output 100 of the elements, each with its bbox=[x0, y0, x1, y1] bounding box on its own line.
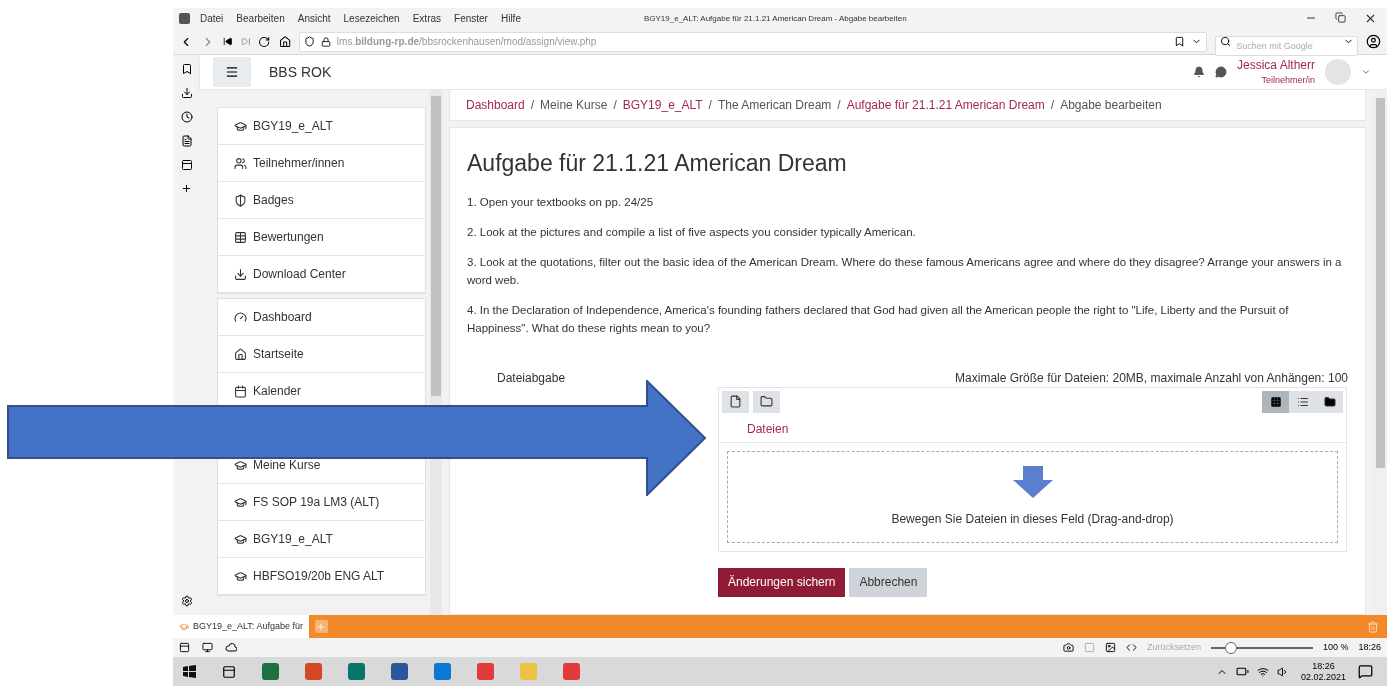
menu-item[interactable]: Bearbeiten bbox=[236, 11, 285, 26]
lock-icon bbox=[320, 36, 331, 47]
save-button[interactable]: Änderungen sichern bbox=[718, 567, 846, 597]
wifi-icon[interactable] bbox=[1256, 665, 1269, 678]
breadcrumb-separator: / bbox=[1050, 97, 1055, 114]
reload-icon[interactable] bbox=[258, 34, 271, 49]
breadcrumb-separator: / bbox=[837, 97, 841, 114]
zoom-reading: 100 % bbox=[1322, 640, 1349, 654]
profile-icon[interactable] bbox=[1366, 33, 1381, 50]
sidebar-item-icon bbox=[234, 193, 247, 207]
menu-item[interactable]: Extras bbox=[412, 11, 442, 26]
instruction-text: 4. In the Declaration of Independence, America's founding fathers declared that God had given all the American people the right to "Life, Liberty and the Pursuit of Happiness". What do these rights mean to you? bbox=[467, 302, 1290, 336]
sidebar-item-icon bbox=[234, 384, 247, 398]
breadcrumb-item: Abgabe bearbeiten bbox=[1060, 97, 1162, 114]
view-mode-icon bbox=[1323, 395, 1336, 408]
tab-icon bbox=[179, 621, 189, 632]
field-label: Dateiabgabe bbox=[497, 369, 566, 387]
breadcrumb-separator: / bbox=[530, 97, 535, 114]
add-icon[interactable] bbox=[181, 183, 192, 194]
tile-icon[interactable] bbox=[202, 642, 213, 653]
bookmark-icon[interactable] bbox=[180, 63, 193, 75]
sidebar-item-icon bbox=[234, 569, 247, 583]
notification-icon[interactable] bbox=[1358, 664, 1373, 679]
menu-item[interactable]: Datei bbox=[200, 11, 224, 26]
scrollbar-thumb[interactable] bbox=[1375, 98, 1385, 468]
file-icon bbox=[729, 395, 742, 408]
sidebar-item-icon bbox=[234, 310, 247, 324]
sidebar-item[interactable]: Badges bbox=[218, 182, 425, 219]
breadcrumb-separator: / bbox=[708, 97, 712, 114]
download-icon[interactable] bbox=[180, 87, 193, 99]
create-folder-button[interactable] bbox=[753, 390, 780, 413]
cancel-button[interactable]: Abbrechen bbox=[849, 567, 928, 597]
menu-item[interactable]: Fenster bbox=[454, 11, 488, 26]
instruction-text: 1. Open your textbooks on pp. 24/25 bbox=[467, 194, 655, 210]
add-file-button[interactable] bbox=[722, 390, 749, 413]
battery-icon[interactable] bbox=[1235, 665, 1249, 678]
speaker-icon[interactable] bbox=[1276, 665, 1289, 678]
close-icon[interactable] bbox=[1364, 12, 1377, 25]
zoom-slider[interactable] bbox=[1210, 641, 1313, 654]
panel-icon[interactable] bbox=[179, 642, 190, 653]
home-icon[interactable] bbox=[278, 34, 291, 49]
view-mode-icon bbox=[1296, 395, 1309, 408]
view-mode-button[interactable] bbox=[1316, 390, 1343, 413]
menu-item[interactable]: Ansicht bbox=[297, 11, 331, 26]
caret-icon[interactable] bbox=[1361, 67, 1371, 77]
cloud-icon[interactable] bbox=[225, 643, 237, 652]
window-icon[interactable] bbox=[180, 159, 193, 171]
menu-button[interactable] bbox=[213, 57, 251, 87]
sidebar-item[interactable]: HBFSO19/20b ENG ALT bbox=[218, 558, 425, 595]
sidebar-item-icon bbox=[234, 495, 247, 509]
app-icon bbox=[179, 13, 190, 24]
file-limits: Maximale Größe für Dateien: 20MB, maximale Anzahl von Anhängen: 100 bbox=[955, 369, 1348, 387]
restore-icon[interactable] bbox=[1335, 12, 1346, 23]
shield-icon bbox=[303, 36, 315, 47]
url-text: lms.bildung-rp.de/bbsrockenhausen/mod/assign/view.php bbox=[336, 35, 597, 49]
browser-tab[interactable]: BGY19_e_ALT: Aufgabe für bbox=[173, 615, 309, 638]
site-name[interactable]: BBS ROK bbox=[269, 61, 332, 83]
search-field[interactable]: Suchen mit Google bbox=[1215, 35, 1359, 56]
bell-icon[interactable] bbox=[1192, 66, 1205, 78]
menu-icon bbox=[225, 65, 239, 79]
breadcrumb-item: Meine Kurse bbox=[540, 97, 608, 114]
sidebar-item-icon bbox=[234, 156, 247, 170]
sidebar-item[interactable]: Teilnehmer/innen bbox=[218, 145, 425, 182]
sidebar-item[interactable]: FS SOP 19a LM3 (ALT) bbox=[218, 484, 425, 521]
bookmark-icon[interactable] bbox=[1174, 36, 1186, 47]
user-name[interactable]: Jessica Altherr bbox=[1236, 56, 1315, 75]
window-title: BGY19_e_ALT: Aufgabe für 21.1.21 American Dream - Abgabe bearbeiten bbox=[643, 12, 907, 25]
chat-icon[interactable] bbox=[1214, 66, 1227, 78]
view-mode-icon bbox=[1269, 395, 1282, 408]
rewind-icon[interactable] bbox=[223, 36, 233, 47]
sidebar-item[interactable]: BGY19_e_ALT bbox=[218, 521, 425, 558]
notes-icon[interactable] bbox=[180, 135, 193, 147]
sidebar-item[interactable]: Startseite bbox=[218, 336, 425, 373]
drop-hint: Bewegen Sie Dateien in dieses Feld (Drag-and-drop) bbox=[891, 510, 1174, 528]
breadcrumb-item[interactable]: BGY19_e_ALT bbox=[622, 96, 703, 114]
sidebar-item[interactable]: BGY19_e_ALT bbox=[218, 108, 425, 145]
view-mode-button[interactable] bbox=[1289, 390, 1316, 413]
task-view-icon[interactable] bbox=[222, 664, 236, 679]
user-role: Teilnehmer/in bbox=[1261, 74, 1315, 88]
image-icon[interactable] bbox=[1104, 642, 1116, 653]
breadcrumb-item[interactable]: Aufgabe für 21.1.21 American Dream bbox=[846, 96, 1045, 114]
sidebar-item-icon bbox=[234, 119, 247, 133]
folder-path-link[interactable]: Dateien bbox=[747, 421, 789, 436]
search-icon bbox=[1220, 35, 1232, 47]
sidebar-item[interactable]: Dashboard bbox=[218, 299, 425, 336]
breadcrumb-item[interactable]: Dashboard bbox=[466, 96, 525, 114]
sidebar-item[interactable]: Bewertungen bbox=[218, 219, 425, 256]
code-icon[interactable] bbox=[1125, 642, 1137, 653]
history-icon[interactable] bbox=[180, 111, 193, 123]
menu-item[interactable]: Hilfe bbox=[500, 11, 521, 26]
menu-item[interactable]: Lesezeichen bbox=[343, 11, 400, 26]
plus-icon bbox=[316, 621, 327, 632]
windows-logo-icon[interactable] bbox=[183, 665, 196, 678]
settings-icon[interactable] bbox=[180, 595, 193, 607]
camera-icon[interactable] bbox=[1062, 642, 1074, 653]
sidebar-item[interactable]: Download Center bbox=[218, 256, 425, 293]
page-title: Aufgabe für 21.1.21 American Dream bbox=[467, 149, 848, 178]
view-mode-button[interactable] bbox=[1262, 390, 1289, 413]
scrollbar-thumb[interactable] bbox=[431, 96, 441, 396]
clock: 18:26 bbox=[1358, 640, 1381, 654]
